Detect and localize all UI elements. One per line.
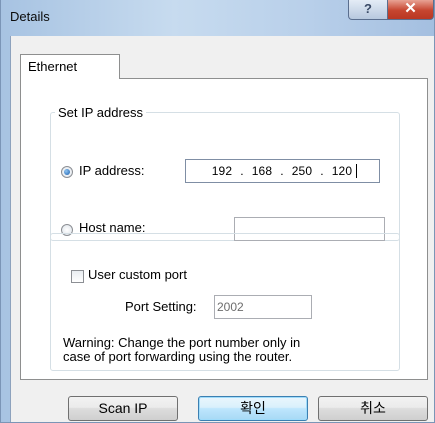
warning-line: Warning: Change the port number only in (63, 335, 301, 350)
ok-button[interactable]: 확인 (198, 396, 308, 421)
port-warning-text: Warning: Change the port number only in … (63, 336, 393, 364)
window-title: Details (10, 9, 50, 24)
scan-ip-button[interactable]: Scan IP (68, 396, 178, 421)
port-setting-label: Port Setting: (125, 299, 197, 314)
help-button[interactable]: ? (348, 0, 388, 20)
ip-octet-1: 192 (211, 164, 233, 178)
ip-address-label[interactable]: IP address: (79, 163, 145, 178)
ip-octet-4: 120 (331, 164, 353, 178)
ip-octet-3: 250 (291, 164, 313, 178)
cancel-button[interactable]: 취소 (318, 396, 428, 421)
details-dialog: Details ? ✕ Ethernet Set IP address IP a… (0, 0, 435, 423)
ip-separator: . (320, 164, 324, 178)
ethernet-tab-panel: Set IP address IP address: 192 . 168 . 2… (20, 78, 428, 380)
user-custom-port-label[interactable]: User custom port (86, 267, 189, 282)
tab-ethernet[interactable]: Ethernet (20, 54, 120, 79)
warning-line: case of port forwarding using the router… (63, 349, 293, 364)
ip-address-field[interactable]: 192 . 168 . 250 . 120 (185, 159, 380, 183)
port-setting-field[interactable]: 2002 (214, 295, 312, 319)
ip-address-radio[interactable] (61, 166, 73, 178)
user-custom-port-checkbox[interactable] (71, 270, 84, 283)
text-caret (356, 164, 357, 178)
ip-separator: . (280, 164, 284, 178)
ip-octet-2: 168 (251, 164, 273, 178)
set-ip-legend: Set IP address (55, 105, 147, 120)
dialog-client-area: Ethernet Set IP address IP address: 192 … (10, 36, 434, 422)
title-bar[interactable]: Details ? ✕ (1, 0, 434, 36)
ip-separator: . (240, 164, 244, 178)
close-button[interactable]: ✕ (387, 0, 434, 20)
